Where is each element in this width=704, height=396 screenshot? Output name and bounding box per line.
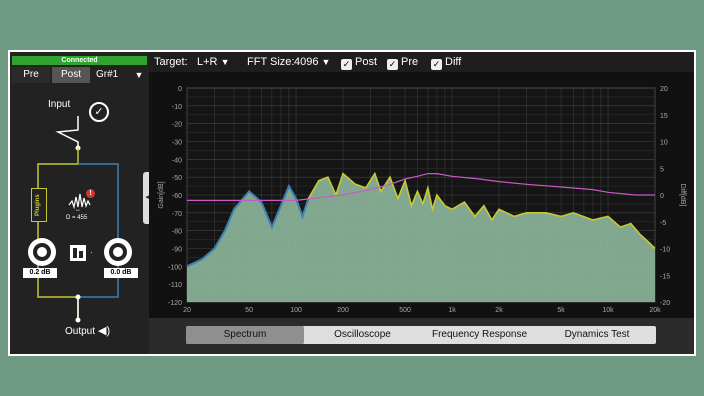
polarity-icon[interactable] xyxy=(70,245,86,261)
y2-tick-label: -15 xyxy=(660,273,670,280)
tab-oscilloscope[interactable]: Oscilloscope xyxy=(304,326,421,344)
plugins-label[interactable]: Plugins xyxy=(31,188,47,222)
fft-select[interactable]: 4096 ▼ xyxy=(294,52,330,72)
pre-checkbox[interactable]: ✓ Pre xyxy=(387,52,418,72)
warning-icon: ! xyxy=(86,189,95,198)
tab-spectrum[interactable]: Spectrum xyxy=(186,326,304,344)
diff-checkbox[interactable]: ✓ Diff xyxy=(431,52,461,72)
view-tabs: Spectrum Oscilloscope Frequency Response… xyxy=(186,326,656,344)
x-tick-label: 20 xyxy=(183,307,191,314)
knob-left-value: 0.2 dB xyxy=(23,268,57,278)
x-tick-label: 1k xyxy=(448,307,456,314)
y-tick-label: -70 xyxy=(172,211,182,218)
toolbar: Target: L+R ▼ FFT Size: 4096 ▼ ✓ Post ✓ Pr… xyxy=(149,52,694,72)
y-tick-label: -100 xyxy=(168,264,182,271)
analyzer-window: Connected Pre Post Gr#1 ▼ Input Output ✓… xyxy=(8,50,696,356)
x-tick-label: 5k xyxy=(557,307,565,314)
y2-tick-label: 10 xyxy=(660,140,668,147)
resize-arrows-icon: ↔ xyxy=(75,207,81,213)
y-tick-label: -50 xyxy=(172,175,182,182)
y2-tick-label: -20 xyxy=(660,300,670,307)
x-tick-label: 2k xyxy=(495,307,503,314)
checkbox-check-icon: ✓ xyxy=(431,59,442,70)
y2-tick-label: 5 xyxy=(660,166,664,173)
checkbox-check-icon: ✓ xyxy=(387,59,398,70)
x-tick-label: 10k xyxy=(602,307,614,314)
knob-left[interactable] xyxy=(28,238,56,266)
y-tick-label: -40 xyxy=(172,157,182,164)
y2-tick-label: -5 xyxy=(660,220,666,227)
spectrum-chart[interactable]: 0 -10 -20 -30 -40 -50 -60 -70 -80 -90 -100 -110 -120… xyxy=(149,72,694,318)
y-tick-label: -110 xyxy=(169,282,183,289)
y-tick-label: -20 xyxy=(172,122,182,129)
y2-tick-label: 15 xyxy=(660,113,668,120)
tab-frequency-response[interactable]: Frequency Response xyxy=(421,326,538,344)
left-panel: Connected Pre Post Gr#1 ▼ Input Output ✓… xyxy=(10,52,149,354)
y-tick-label: -80 xyxy=(172,229,182,236)
checkbox-check-icon: ✓ xyxy=(341,59,352,70)
analyzer-body: Connected Pre Post Gr#1 ▼ Input Output ✓… xyxy=(10,52,694,354)
x-tick-label: 50 xyxy=(245,307,253,314)
analyzer-main: Target: L+R ▼ FFT Size: 4096 ▼ ✓ Post ✓ Pr… xyxy=(149,52,694,354)
y2-tick-label: -10 xyxy=(660,247,670,254)
fft-label: FFT Size: xyxy=(247,56,295,68)
y2-tick-label: 20 xyxy=(660,86,668,93)
speaker-icon[interactable]: ◀) xyxy=(98,324,110,337)
y2-axis-label: Diff[dB] xyxy=(679,184,686,207)
knob-right[interactable] xyxy=(104,238,132,266)
knob-right-value: 0.0 dB xyxy=(104,268,138,278)
y2-tick-label: 0 xyxy=(660,193,664,200)
y-axis-label: Gain[dB] xyxy=(158,181,165,208)
y-tick-label: -60 xyxy=(172,193,182,200)
y-tick-label: -30 xyxy=(172,140,182,147)
y-tick-label: 0 xyxy=(178,86,182,93)
bottom-bar: Spectrum Oscilloscope Frequency Response… xyxy=(149,318,694,354)
y-tick-label: -10 xyxy=(172,104,182,111)
link-dot-icon: · xyxy=(90,248,93,257)
delay-label: D = 455 xyxy=(66,215,88,221)
target-label: Target: xyxy=(154,56,188,68)
x-tick-label: 200 xyxy=(337,307,349,314)
spectrum-plot[interactable]: 0-10-20-30-40-50-60-70-80-90-100-110-120… xyxy=(149,72,694,318)
x-tick-label: 100 xyxy=(290,307,302,314)
tab-dynamics-test[interactable]: Dynamics Test xyxy=(538,326,656,344)
post-checkbox[interactable]: ✓ Post xyxy=(341,52,377,72)
y-tick-label: -90 xyxy=(172,247,182,254)
y-tick-label: -120 xyxy=(168,300,182,307)
x-tick-label: 20k xyxy=(649,307,661,314)
checkmark-icon[interactable]: ✓ xyxy=(89,102,109,122)
x-tick-label: 500 xyxy=(399,307,411,314)
target-select[interactable]: L+R ▼ xyxy=(197,52,229,72)
